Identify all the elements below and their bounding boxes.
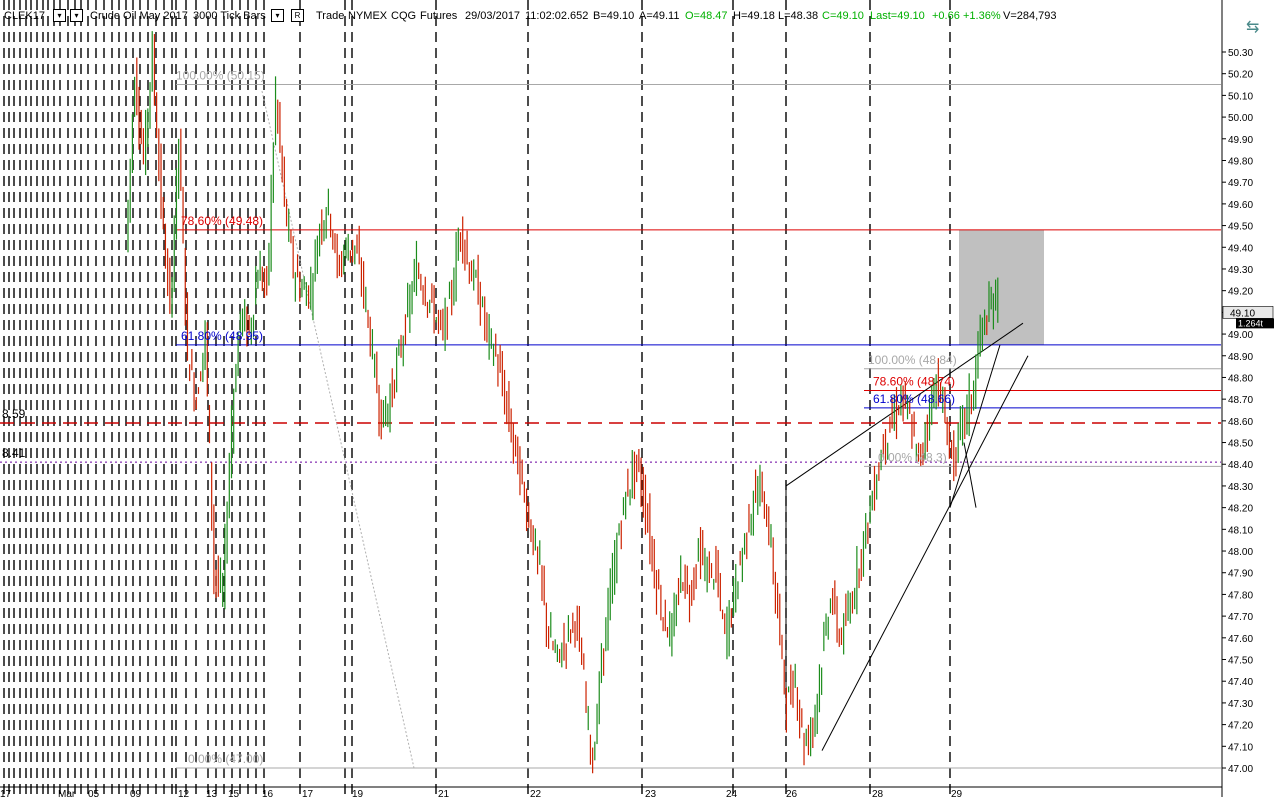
exchange-label: NYMEX [348,10,388,22]
price-tick-label: 47.10 [1228,742,1253,753]
price-tick-label: 48.10 [1228,525,1253,536]
date-tick-label: 29 [951,789,963,797]
open-label: O=48.47 [685,10,728,22]
price-tick-label: 47.80 [1228,590,1253,601]
date-tick-label: 24 [726,789,738,797]
symbol-label[interactable]: CLEK17 [4,10,45,22]
price-tick-label: 49.40 [1228,243,1253,254]
date-tick-label: 23 [645,789,657,797]
date-tick-label: 13 [206,789,218,797]
price-chart[interactable]: 100.00% (50.15) 78.60% (49.48) 61.80% (48.… [0,0,1274,797]
price-tick-label: 47.50 [1228,656,1253,667]
date-tick-label: 17 [302,789,314,797]
fib-right-label: 0.00% (48.3) [878,450,947,464]
price-tick-label: 47.40 [1228,677,1253,688]
price-tick-label: 49.20 [1228,287,1253,298]
price-tick-label: 48.50 [1228,439,1253,450]
low-label: L=48.38 [778,10,819,22]
date-tick-label: Mar [58,789,76,797]
feed-label: CQG [391,10,417,22]
price-tick-label: 48.20 [1228,504,1253,515]
price-tick-label: 49.80 [1228,156,1253,167]
price-tick-label: 48.90 [1228,352,1253,363]
fib-left-label: 61.80% (48.95) [181,329,263,343]
date-tick-label: 09 [130,789,142,797]
refresh-dropdown-icon[interactable]: R [291,9,304,22]
price-tick-label: 47.90 [1228,569,1253,580]
chart-header: CLEK17 ▾ ▾ Crude Oil May 2017 3000 Tick … [0,0,1274,36]
price-tick-label: 47.60 [1228,634,1253,645]
price-tick-label: 48.40 [1228,460,1253,471]
price-tick-label: 49.70 [1228,178,1253,189]
price-tick-label: 48.30 [1228,482,1253,493]
price-axis: 50.30 50.20 50.10 50.00 49.90 49.80 49.70 49.60… [1221,0,1274,797]
dashed-level-label: 8.59 [2,407,26,421]
fib-right-label: 100.00% (48.84) [868,353,957,367]
price-tick-label: 47.70 [1228,612,1253,623]
price-tick-label: 49.90 [1228,135,1253,146]
tick-count-tag: 1.264t [1238,318,1264,328]
price-tick-label: 48.70 [1228,395,1253,406]
close-label: C=49.10 [822,10,864,22]
price-tick-label: 47.30 [1228,699,1253,710]
date-tick-label: 22 [530,789,542,797]
interval-dropdown-icon[interactable]: ▾ [70,9,83,22]
price-tick-label: 48.80 [1228,373,1253,384]
high-label: H=49.18 [733,10,775,22]
price-tick-label: 50.00 [1228,113,1253,124]
change-label: +0.66 [932,10,960,22]
date-tick-label: 05 [88,789,100,797]
volume-label: V=284,793 [1003,10,1057,22]
price-tick-label: 48.60 [1228,417,1253,428]
date-tick-label: 15 [228,789,240,797]
price-tick-label: 49.30 [1228,265,1253,276]
mode-label: Trade [316,10,345,22]
price-tick-label: 50.30 [1228,48,1253,59]
description-label: Crude Oil May 2017 [90,10,188,22]
bar-type-dropdown-icon[interactable]: ▾ [271,9,284,22]
fib-left-label: 0.00% (47.00) [188,752,263,766]
last-label: Last=49.10 [870,10,925,22]
target-zone [959,229,1044,345]
price-tick-label: 47.20 [1228,721,1253,732]
date-tick-label: 12 [178,789,190,797]
price-tick-label: 50.20 [1228,70,1253,81]
time-label: 11:02:02.652 [525,10,589,22]
price-tick-label: 50.10 [1228,91,1253,102]
target-zone-rect [959,229,1044,345]
fib-right-label: 78.60% (48.74) [873,374,955,388]
ask-label: A=49.11 [639,10,680,22]
date-tick-label: 21 [438,789,450,797]
symbol-dropdown-icon[interactable]: ▾ [53,9,66,22]
category-label: Futures [420,10,458,22]
price-tick-label: 49.00 [1228,330,1253,341]
date-label: 29/03/2017 [465,10,521,22]
date-tick-label: 19 [352,789,364,797]
bar-type-label: 3000 Tick Bars [193,10,266,22]
fib-left-label: 100.00% (50.15) [176,69,265,83]
price-tick-label: 48.00 [1228,547,1253,558]
date-tick-label: 17 [0,789,12,797]
price-tick-label: 47.00 [1228,764,1253,775]
price-tick-label: 49.50 [1228,222,1253,233]
date-tick-label: 16 [262,789,274,797]
swap-arrows-icon[interactable]: ⇆ [1246,17,1259,37]
bid-label: B=49.10 [593,10,635,22]
fib-left-label: 78.60% (49.48) [181,214,263,228]
price-tick-label: 49.60 [1228,200,1253,211]
date-tick-label: 28 [872,789,884,797]
date-tick-label: 26 [786,789,798,797]
change-pct-label: +1.36% [963,10,1001,22]
dotted-level-label: 8.41 [2,446,26,460]
fib-right-label: 61.80% (48.66) [873,392,955,406]
